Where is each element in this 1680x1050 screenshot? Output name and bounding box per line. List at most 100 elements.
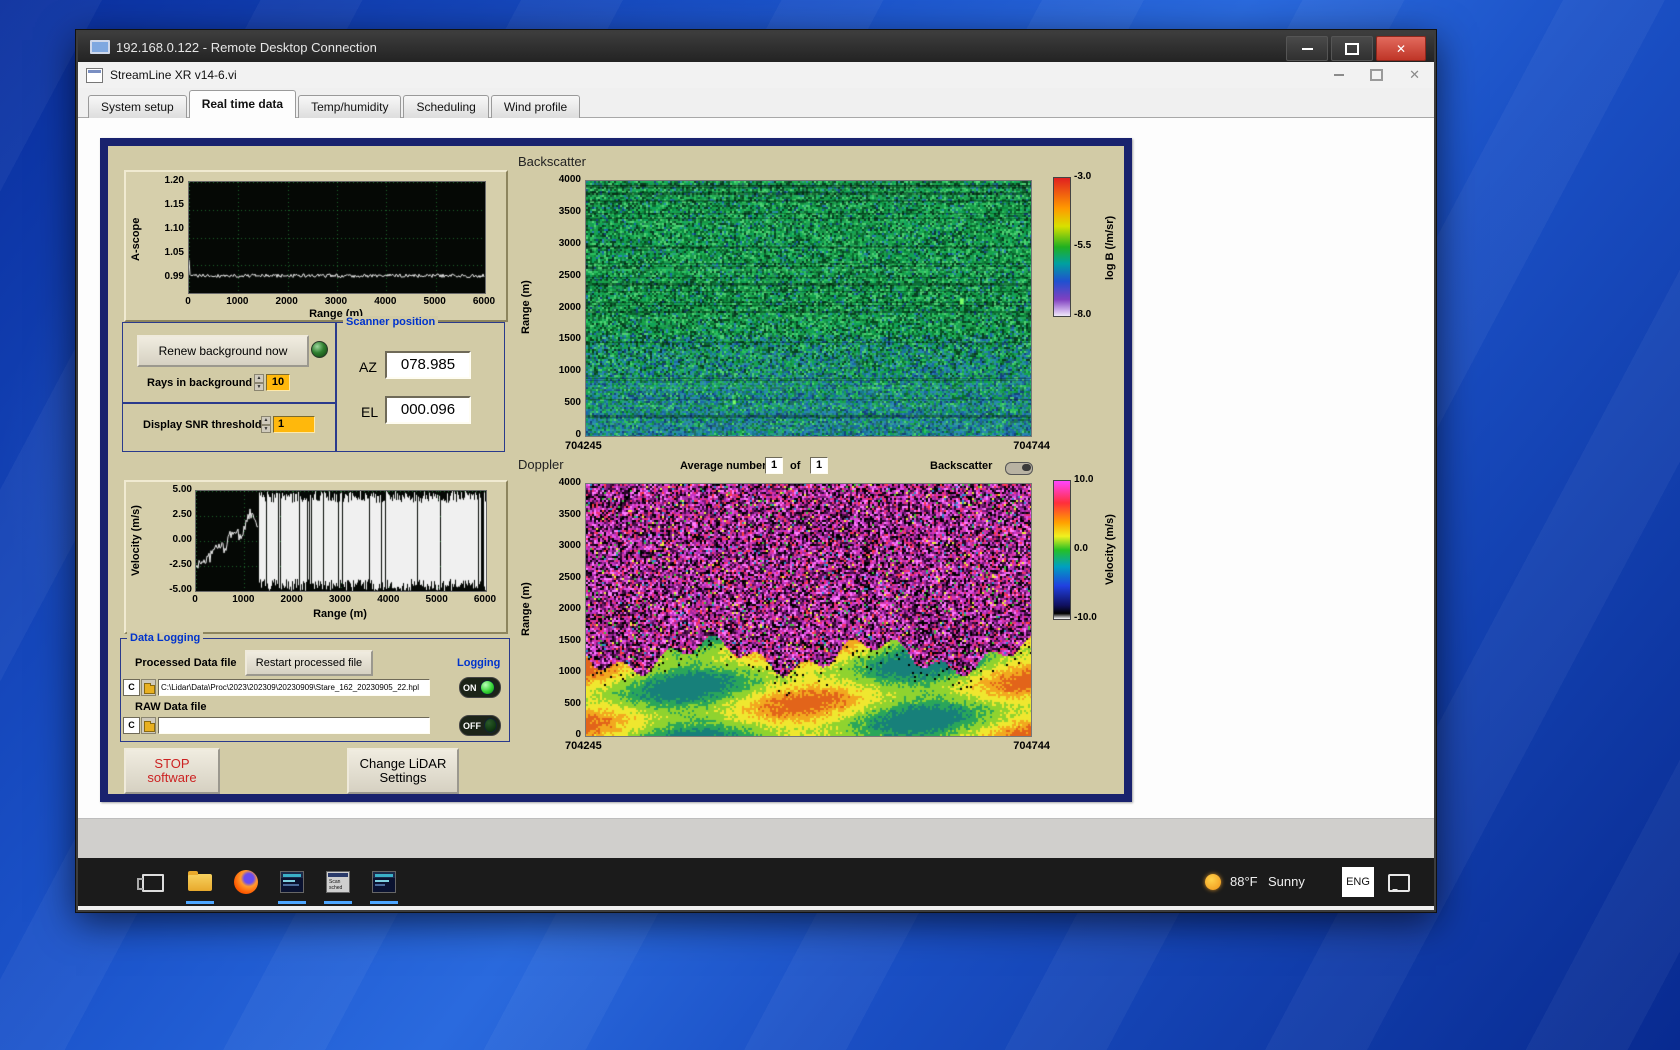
app-titlebar[interactable]: StreamLine XR v14-6.vi ✕ — [78, 62, 1434, 89]
tick-label: 5000 — [423, 296, 446, 307]
rdp-maximize-button[interactable] — [1331, 36, 1373, 61]
third-app-icon[interactable] — [372, 871, 396, 893]
tick-label: 1.20 — [164, 175, 184, 186]
tick-label: 0.0 — [1074, 543, 1088, 554]
restart-processed-file-button[interactable]: Restart processed file — [245, 650, 373, 676]
tick-label: 3000 — [558, 540, 581, 551]
tick-label: 500 — [564, 397, 581, 409]
off-label: OFF — [463, 720, 481, 731]
processed-path-field[interactable]: C:\Lidar\Data\Proc\2023\202309\20230909\… — [158, 679, 430, 696]
weather-temp[interactable]: 88°F — [1230, 874, 1258, 890]
el-value-field[interactable]: 000.096 — [385, 396, 471, 424]
tick-label: 3500 — [558, 508, 581, 520]
az-label: AZ — [359, 359, 377, 375]
scanner-position-title: Scanner position — [343, 316, 439, 328]
snr-value-field[interactable]: 1 — [273, 416, 315, 433]
weather-condition[interactable]: Sunny — [1268, 874, 1305, 890]
backscatter-colorbar-label: log B (/m/sr) — [1104, 215, 1116, 281]
tab-wind-profile[interactable]: Wind profile — [490, 95, 581, 118]
notification-center-icon[interactable] — [1388, 874, 1410, 892]
tick-label: 1500 — [558, 333, 581, 345]
processed-drive-select[interactable]: C — [123, 679, 140, 696]
tick-label: 0 — [192, 594, 198, 605]
tick-label: 5000 — [425, 594, 448, 605]
tick-label: 5.00 — [172, 484, 192, 495]
app-minimize-button[interactable] — [1334, 74, 1345, 76]
tick-label: 1000 — [232, 594, 255, 605]
third-app-active-indicator — [370, 901, 398, 904]
doppler-colorbar — [1053, 480, 1071, 620]
average-number-field[interactable]: 1 — [765, 457, 783, 474]
tick-label: 2500 — [558, 571, 581, 583]
doppler-backscatter-toggle[interactable] — [1005, 462, 1033, 475]
raw-browse-button[interactable] — [141, 717, 156, 734]
rdp-title: 192.168.0.122 - Remote Desktop Connectio… — [116, 39, 377, 55]
raw-logging-toggle[interactable]: OFF — [459, 715, 501, 736]
rdp-titlebar[interactable]: 192.168.0.122 - Remote Desktop Connectio… — [78, 32, 1434, 62]
language-indicator[interactable]: ENG — [1342, 867, 1374, 897]
ascope-plot — [188, 181, 486, 294]
backscatter-y-ticks: 4000 3500 3000 2500 2000 1500 1000 500 0 — [537, 174, 581, 440]
rdp-window: 192.168.0.122 - Remote Desktop Connectio… — [76, 30, 1436, 912]
background-control-box: Renew background now Rays in background … — [122, 322, 336, 404]
tick-label: 4000 — [374, 296, 397, 307]
rdp-minimize-button[interactable] — [1286, 36, 1328, 61]
tab-real-time-data[interactable]: Real time data — [188, 90, 297, 118]
scan-scheduler-icon[interactable]: Scan sched — [326, 871, 350, 893]
weather-sun-icon[interactable] — [1205, 874, 1221, 890]
velocity-x-axis-label: Range (m) — [313, 608, 367, 620]
tick-label: 4000 — [558, 477, 581, 488]
tick-label: 500 — [564, 697, 581, 709]
velocity-y-axis-label: Velocity (m/s) — [130, 505, 142, 577]
raw-drive-select[interactable]: C — [123, 717, 140, 734]
tick-label: 1000 — [558, 365, 581, 377]
doppler-colorbar-ticks: 10.0 0.0 -10.0 — [1074, 474, 1108, 623]
remote-desktop-background — [78, 818, 1434, 859]
ascope-y-ticks: 1.20 1.15 1.10 1.05 0.99 — [144, 175, 184, 282]
streamline-app-icon[interactable] — [280, 871, 304, 893]
app-restore-button[interactable] — [1370, 69, 1384, 81]
tick-label: 2000 — [280, 594, 303, 605]
tab-scheduling[interactable]: Scheduling — [403, 95, 489, 118]
tick-label: 0 — [185, 296, 191, 307]
tick-label: 0 — [575, 729, 581, 740]
raw-path-field[interactable] — [158, 717, 430, 734]
processed-browse-button[interactable] — [141, 679, 156, 696]
average-of-field[interactable]: 1 — [810, 457, 828, 474]
tab-strip: System setup Real time data Temp/humidit… — [78, 88, 1434, 118]
backscatter-title: Backscatter — [518, 154, 586, 169]
file-explorer-icon[interactable] — [188, 871, 212, 891]
streamline-active-indicator — [278, 901, 306, 904]
az-value-field[interactable]: 078.985 — [385, 351, 471, 379]
stop-software-button[interactable]: STOP software — [124, 748, 220, 794]
velocity-y-ticks: 5.00 2.50 0.00 -2.50 -5.00 — [150, 484, 192, 595]
snr-threshold-label: Display SNR threshold — [143, 419, 262, 431]
tab-system-setup[interactable]: System setup — [88, 95, 187, 118]
doppler-heatmap — [585, 483, 1032, 737]
tick-label: 4000 — [558, 174, 581, 185]
backscatter-x-start: 704245 — [565, 440, 602, 452]
tab-temp-humidity[interactable]: Temp/humidity — [298, 95, 402, 118]
processed-logging-toggle[interactable]: ON — [459, 677, 501, 698]
tick-label: 3000 — [558, 237, 581, 249]
tick-label: 2000 — [558, 603, 581, 614]
ascope-y-axis-label: A-scope — [130, 217, 142, 261]
backscatter-colorbar-ticks: -3.0 -5.5 -8.0 — [1074, 171, 1104, 320]
app-close-button[interactable]: ✕ — [1409, 67, 1420, 83]
tick-label: 2.50 — [172, 509, 192, 520]
velocity-plot — [195, 490, 487, 592]
change-lidar-settings-button[interactable]: Change LiDAR Settings — [347, 748, 459, 794]
tick-label: -5.5 — [1074, 240, 1092, 251]
local-desktop: 192.168.0.122 - Remote Desktop Connectio… — [0, 0, 1680, 1050]
scan-scheduler-active-indicator — [324, 901, 352, 904]
client-area: A-scope 1.20 1.15 1.10 1.05 0.99 0 1000 2000 30… — [78, 118, 1434, 818]
velocity-graph-group: Velocity (m/s) 5.00 2.50 0.00 -2.50 -5.00 01… — [124, 480, 508, 634]
rays-spinner[interactable]: ▲ ▼ — [254, 374, 264, 391]
snr-spinner[interactable]: ▲ ▼ — [261, 416, 271, 433]
app-window: StreamLine XR v14-6.vi ✕ System setup Re… — [78, 62, 1434, 910]
firefox-icon[interactable] — [234, 870, 258, 894]
renew-background-button[interactable]: Renew background now — [137, 335, 309, 367]
rdp-close-button[interactable]: ✕ — [1376, 36, 1426, 61]
task-view-icon[interactable] — [137, 874, 164, 892]
rays-value-field[interactable]: 10 — [266, 374, 290, 391]
